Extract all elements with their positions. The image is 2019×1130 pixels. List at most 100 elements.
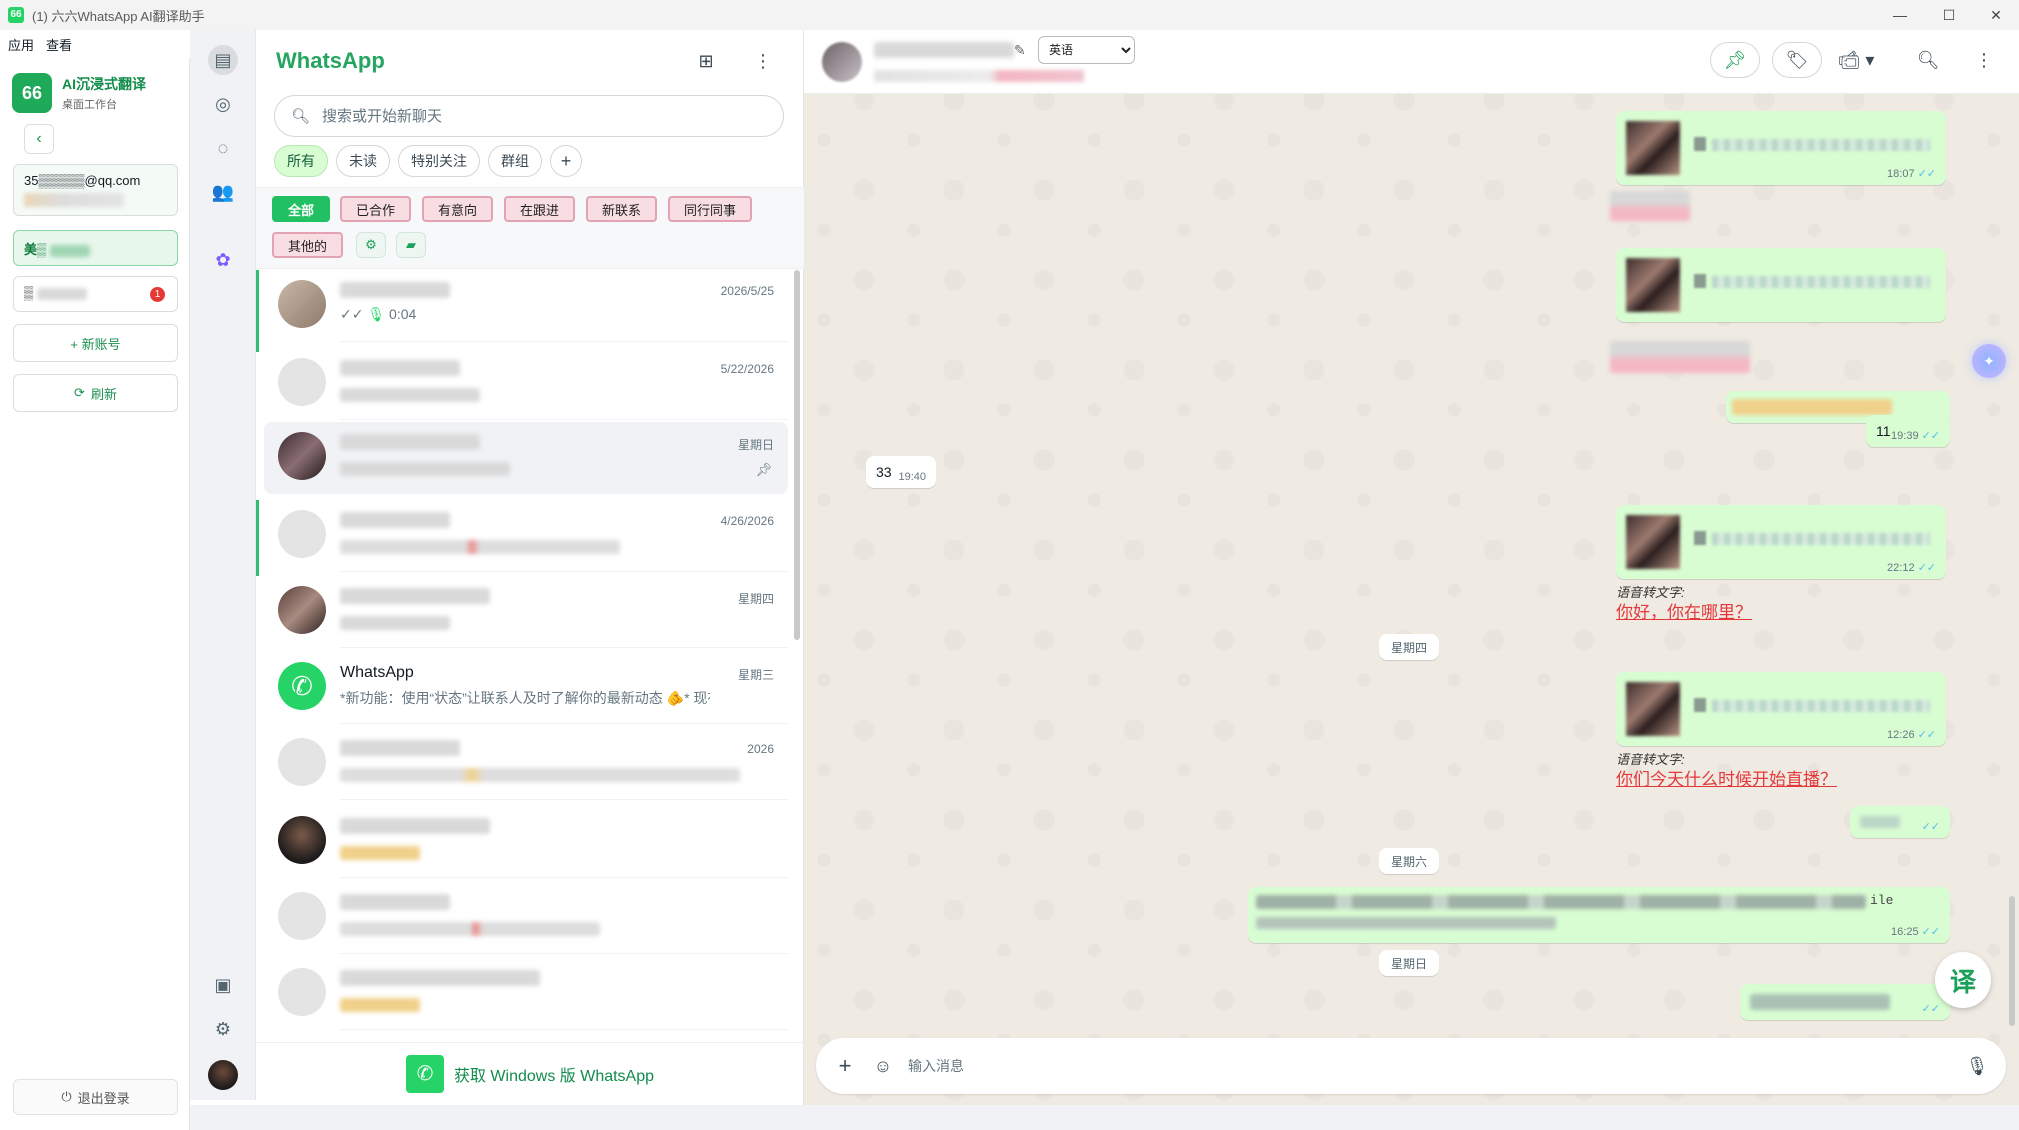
conversation-pane: ✎ 英语 中文 日语 📌︎ 🏷︎ 📹︎ ▾ 🔍︎ ⋮ 18:07✓✓ xyxy=(804,30,2019,1105)
minimize-button[interactable]: — xyxy=(1877,0,1923,30)
play-icon[interactable] xyxy=(1694,137,1706,151)
voice-waveform[interactable] xyxy=(1712,276,1930,288)
chat-row[interactable]: ✓✓ 🎙︎ 0:04 2026/5/25 xyxy=(264,270,788,342)
chat-row-whatsapp[interactable]: ✆ WhatsApp *新功能：使用“状态”让联系人及时了解你的最新动态 🫵* … xyxy=(264,652,788,724)
chat-avatar xyxy=(278,816,326,864)
chat-row[interactable] xyxy=(264,882,788,954)
voice-message[interactable]: 22:12 ✓✓ xyxy=(1616,505,1946,579)
settings-icon[interactable]: ⚙ xyxy=(208,1014,238,1044)
tag-cooperated[interactable]: 已合作 xyxy=(340,196,412,222)
chat-row[interactable] xyxy=(264,958,788,1030)
meta-ai-icon[interactable]: ✿ xyxy=(208,245,238,275)
voice-waveform[interactable] xyxy=(1712,139,1930,151)
chat-avatar xyxy=(278,968,326,1016)
account-item-third[interactable]: ▒ 1 xyxy=(13,276,178,312)
edit-icon[interactable]: ✎ xyxy=(1014,42,1026,59)
play-icon[interactable] xyxy=(1694,531,1706,545)
collapse-icon[interactable]: ‹ xyxy=(24,124,54,154)
chat-row[interactable]: 4/26/2026 xyxy=(264,500,788,572)
tag-interested[interactable]: 有意向 xyxy=(422,196,494,222)
tag-all[interactable]: 全部 xyxy=(272,196,331,222)
tag-bar: 全部 已合作 有意向 在跟进 新联系 同行同事 其他的 ⚙ ▰ xyxy=(256,187,804,269)
video-call-icon[interactable]: 📹︎ ▾ xyxy=(1826,42,1886,78)
chat-row[interactable] xyxy=(264,806,788,878)
text-message-in[interactable]: 33 19:40 xyxy=(866,456,936,488)
chat-name xyxy=(340,970,540,986)
text-message-long[interactable]: ile 16:25 ✓✓ xyxy=(1248,887,1950,943)
search-box[interactable]: 🔍︎ xyxy=(274,95,784,137)
account-item-active[interactable]: 美▒ xyxy=(13,230,178,266)
menu-view[interactable]: 查看 xyxy=(46,35,72,54)
chat-row[interactable]: 星期四 xyxy=(264,576,788,648)
communities-icon[interactable]: 👥 xyxy=(208,177,238,207)
profile-avatar[interactable] xyxy=(208,1060,238,1090)
status-icon[interactable]: ◎ xyxy=(208,89,238,119)
attach-plus-icon[interactable]: + xyxy=(830,1051,860,1081)
chip-favorites[interactable]: 特别关注 xyxy=(398,145,480,177)
play-icon[interactable] xyxy=(1694,274,1706,288)
conversation-header: ✎ 英语 中文 日语 📌︎ 🏷︎ 📹︎ ▾ 🔍︎ ⋮ xyxy=(804,30,2019,94)
tag-settings-icon[interactable]: ⚙ xyxy=(356,232,386,258)
voice-message[interactable]: 12:26 ✓✓ xyxy=(1616,672,1946,746)
media-icon[interactable]: ▣ xyxy=(208,970,238,1000)
language-select[interactable]: 英语 中文 日语 xyxy=(1038,36,1135,64)
play-icon[interactable] xyxy=(1694,698,1706,712)
close-button[interactable]: ✕ xyxy=(1973,0,2019,30)
text-message-blurred[interactable]: ✓✓ xyxy=(1850,806,1950,838)
add-filter-button[interactable]: + xyxy=(550,145,582,177)
pin-icon[interactable]: 📌︎ xyxy=(1710,42,1760,78)
search-icon[interactable]: 🔍︎ xyxy=(1910,42,1946,78)
microphone-icon[interactable]: 🎙︎ xyxy=(1962,1051,1992,1081)
menu-dots-icon[interactable]: ⋮ xyxy=(748,46,778,76)
contact-avatar[interactable] xyxy=(822,42,862,82)
chat-row[interactable]: 5/22/2026 xyxy=(264,348,788,420)
tag-peers[interactable]: 同行同事 xyxy=(668,196,753,222)
new-chat-icon[interactable]: ⊞ xyxy=(691,46,721,76)
chip-unread[interactable]: 未读 xyxy=(336,145,390,177)
text-message-out[interactable]: 11 19:39 ✓✓ xyxy=(1866,415,1950,447)
channels-icon[interactable]: ◌ xyxy=(208,133,238,163)
voice-waveform[interactable] xyxy=(1712,700,1930,712)
logout-button[interactable]: ⏻ 退出登录 xyxy=(13,1079,178,1115)
tag-new-contact[interactable]: 新联系 xyxy=(586,196,658,222)
date-divider: 星期四 xyxy=(1379,634,1440,660)
conversation-scrollbar[interactable] xyxy=(2009,896,2015,1026)
tag-message-icon[interactable]: ▰ xyxy=(396,232,426,258)
chat-list-scrollbar[interactable] xyxy=(794,270,800,640)
voice-message[interactable]: 18:07 ✓✓ xyxy=(1616,111,1946,185)
get-windows-banner[interactable]: ✆ 获取 Windows 版 WhatsApp xyxy=(256,1042,804,1104)
search-input[interactable] xyxy=(322,107,743,125)
stt-text[interactable]: 你们今天什么时候开始直播？ xyxy=(1616,765,1837,790)
menu-app[interactable]: 应用 xyxy=(8,35,34,54)
chats-icon[interactable]: ▤ xyxy=(208,45,238,75)
tag-other[interactable]: 其他的 xyxy=(272,232,344,258)
ai-assistant-icon[interactable]: ✦ xyxy=(1972,344,2006,378)
stt-text[interactable]: 你好，你在哪里？ xyxy=(1616,598,1752,623)
text-message-blurred[interactable]: ✓✓ xyxy=(1740,984,1950,1020)
chat-list-header: WhatsApp ⊞ ⋮ xyxy=(256,30,804,90)
contact-name[interactable] xyxy=(874,42,1014,58)
label-tag-icon[interactable]: 🏷︎ xyxy=(1772,42,1822,78)
message-input[interactable] xyxy=(908,1052,1908,1080)
maximize-button[interactable]: ☐ xyxy=(1926,0,1972,30)
voice-waveform[interactable] xyxy=(1712,533,1930,545)
refresh-button[interactable]: ⟳ 刷新 xyxy=(13,374,178,412)
tag-following[interactable]: 在跟进 xyxy=(504,196,576,222)
bottom-strip xyxy=(190,1105,2019,1130)
chat-time: 5/22/2026 xyxy=(720,362,774,376)
search-icon: 🔍︎ xyxy=(291,108,311,125)
chat-row[interactable]: 2026 xyxy=(264,728,788,800)
voice-message[interactable] xyxy=(1616,248,1946,322)
account-active-label: 美▒ xyxy=(24,242,47,257)
new-account-button[interactable]: + 新账号 xyxy=(13,324,178,362)
chat-avatar xyxy=(278,586,326,634)
chip-all[interactable]: 所有 xyxy=(274,145,328,177)
chat-name xyxy=(340,740,460,756)
message-list: 18:07 ✓✓ 11 19:39 ✓✓ 33 19:40 22:12 ✓✓ 语… xyxy=(804,94,2019,1034)
chat-row-selected[interactable]: 星期日 📌︎ xyxy=(264,422,788,494)
menu-dots-icon[interactable]: ⋮ xyxy=(1966,42,2002,78)
translate-button[interactable]: 译 xyxy=(1935,952,1991,1008)
chip-groups[interactable]: 群组 xyxy=(488,145,542,177)
account-item-email[interactable]: 35▒▒▒▒▒@qq.com xyxy=(13,164,178,216)
sticker-emoji-icon[interactable]: ☺ xyxy=(868,1051,898,1081)
